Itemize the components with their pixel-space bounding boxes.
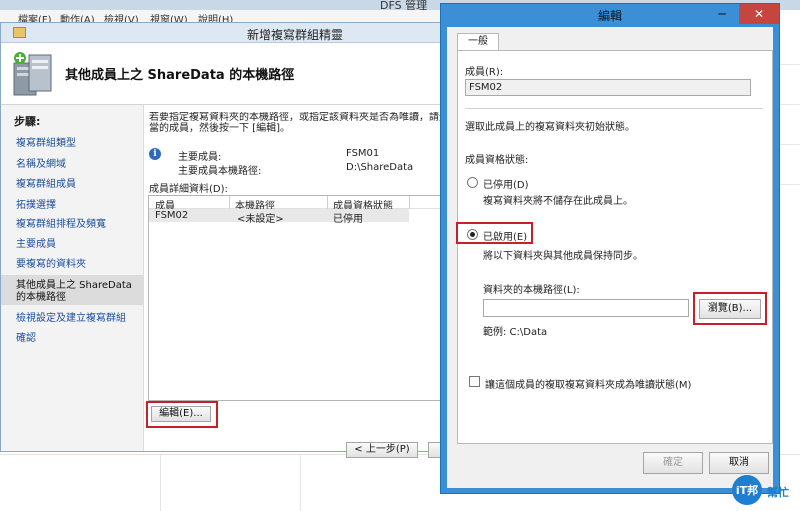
membership-status-label: 成員資格狀態: bbox=[465, 155, 529, 166]
edit-dialog: 編輯 ─ ✕ 一般 成員(R): FSM02 選取此成員上的複寫資料夾初始狀態。… bbox=[440, 3, 780, 494]
member-field: FSM02 bbox=[465, 79, 751, 96]
wizard-page-heading: 其他成員上之 ShareData 的本機路徑 bbox=[65, 68, 295, 83]
wizard-steps-panel: 步驟: 複寫群組類型 名稱及網域 複寫群組成員 拓撲選擇 複寫群組排程及頻寬 主… bbox=[1, 105, 144, 451]
info-icon: i bbox=[149, 148, 161, 160]
readonly-checkbox-label[interactable]: 讓這個成員的複取複寫資料夾成為唯讀狀態(M) bbox=[485, 376, 691, 391]
disabled-description: 複寫資料夾將不儲存在此成員上。 bbox=[483, 196, 633, 207]
wizard-content: 若要指定複寫資料夾的本機路徑，或指定該資料夾是否為唯讀，請選取 當的成員，然後按… bbox=[146, 105, 449, 458]
wizard-header: 其他成員上之 ShareData 的本機路徑 bbox=[1, 43, 445, 105]
primary-path-label: 主要成員本機路徑: bbox=[178, 166, 262, 177]
local-path-input[interactable] bbox=[483, 299, 689, 317]
back-button[interactable]: < 上一步(P) bbox=[346, 442, 418, 458]
readonly-checkbox[interactable] bbox=[469, 376, 480, 387]
member-label: 成員(R): bbox=[465, 67, 504, 78]
step-replication-type[interactable]: 複寫群組類型 bbox=[16, 138, 76, 150]
row-status: 已停用 bbox=[333, 214, 363, 225]
path-example: 範例: C:\Data bbox=[483, 327, 548, 338]
disabled-radio[interactable] bbox=[467, 177, 478, 188]
primary-path-value: D:\ShareData bbox=[346, 162, 414, 173]
close-button[interactable]: ✕ bbox=[739, 4, 779, 24]
step-review-create[interactable]: 檢視設定及建立複寫群組 bbox=[16, 313, 126, 325]
wizard-title: 新增複寫群組精靈 bbox=[247, 28, 344, 42]
steps-header: 步驟: bbox=[14, 115, 41, 128]
ok-button[interactable]: 確定 bbox=[643, 452, 703, 474]
tab-general[interactable]: 一般 bbox=[457, 33, 499, 51]
row-member: FSM02 bbox=[155, 210, 189, 221]
local-path-label: 資料夾的本機路徑(L): bbox=[483, 285, 580, 296]
minimize-icon[interactable]: ─ bbox=[709, 4, 735, 24]
replication-server-icon bbox=[13, 52, 52, 96]
edit-dialog-body: 一般 成員(R): FSM02 選取此成員上的複寫資料夾初始狀態。 成員資格狀態… bbox=[447, 27, 773, 488]
enabled-description: 將以下資料夾與其他成員保持同步。 bbox=[483, 251, 643, 262]
edit-button-highlight bbox=[146, 401, 218, 428]
wizard-instructions: 若要指定複寫資料夾的本機路徑，或指定該資料夾是否為唯讀，請選取 當的成員，然後按… bbox=[149, 112, 449, 134]
initial-state-description: 選取此成員上的複寫資料夾初始狀態。 bbox=[465, 122, 635, 133]
watermark-text-2: 幫忙 bbox=[767, 485, 789, 499]
table-row[interactable]: FSM02 <未設定> 已停用 bbox=[149, 209, 409, 225]
general-tab-page: 成員(R): FSM02 選取此成員上的複寫資料夾初始狀態。 成員資格狀態: 已… bbox=[456, 50, 773, 444]
step-local-path: 其他成員上之 ShareData 的本機路徑 bbox=[16, 280, 132, 303]
watermark-text-1: iT邦 bbox=[736, 483, 758, 497]
step-primary-member[interactable]: 主要成員 bbox=[16, 239, 56, 251]
step-group-members[interactable]: 複寫群組成員 bbox=[16, 179, 76, 191]
member-details-label: 成員詳細資料(D): bbox=[149, 184, 228, 195]
step-topology[interactable]: 拓撲選擇 bbox=[16, 200, 56, 212]
primary-member-label: 主要成員: bbox=[178, 152, 222, 163]
member-details-table[interactable]: 成員 本機路徑 成員資格狀態 FSM02 <未設定> 已停用 bbox=[148, 195, 447, 401]
ithome-watermark: iT邦 幫忙 bbox=[732, 475, 789, 505]
enabled-radio-highlight bbox=[456, 222, 533, 244]
new-replication-group-wizard: 新增複寫群組精靈 其他成員上之 ShareData 的本機路徑 步驟: 複寫群組… bbox=[0, 22, 449, 458]
disabled-radio-label[interactable]: 已停用(D) bbox=[483, 176, 529, 191]
step-confirmation[interactable]: 確認 bbox=[16, 333, 36, 345]
table-header: 成員 本機路徑 成員資格狀態 bbox=[149, 196, 446, 212]
step-name-domain[interactable]: 名稱及網域 bbox=[16, 159, 66, 171]
row-local-path: <未設定> bbox=[237, 214, 284, 225]
step-schedule-bandwidth[interactable]: 複寫群組排程及頻寬 bbox=[16, 219, 106, 231]
step-folders[interactable]: 要複寫的資料夾 bbox=[16, 259, 86, 271]
wizard-titlebar: 新增複寫群組精靈 bbox=[1, 23, 445, 43]
wizard-folder-icon bbox=[13, 27, 26, 38]
browse-button-highlight bbox=[693, 292, 767, 325]
primary-member-value: FSM01 bbox=[346, 148, 380, 159]
